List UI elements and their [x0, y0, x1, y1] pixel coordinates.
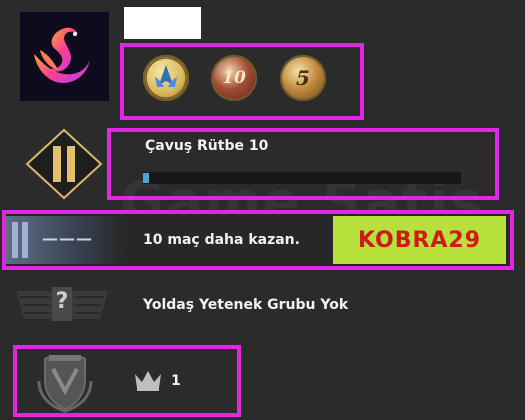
skill-group-text: Yoldaş Yetenek Grubu Yok [143, 297, 349, 313]
wins-highlight [2, 210, 514, 270]
skill-group-question-mark: ? [55, 289, 69, 314]
rank-progress-bar [143, 172, 461, 184]
rank-title: Çavuş Rütbe 10 [145, 138, 269, 154]
avatar[interactable] [20, 12, 109, 101]
crown-count: 1 [171, 373, 181, 389]
crown-icon [133, 368, 163, 396]
medal-wings-icon [145, 57, 187, 99]
unknown-skill-group-icon: ? [14, 285, 110, 329]
medal-10-label: 10 [222, 68, 246, 88]
medal-5-label: 5 [296, 66, 310, 90]
pink-swan-icon [34, 27, 90, 84]
player-name[interactable] [124, 7, 201, 39]
service-medal-5-icon[interactable]: 5 [280, 55, 326, 101]
rank-diamond-chevron-icon [25, 128, 103, 204]
rank-progress-fill [143, 173, 149, 183]
service-medal-10-icon[interactable]: 10 [211, 55, 257, 101]
blue-winged-medal-icon[interactable] [143, 55, 189, 101]
shield-wreath-icon [35, 351, 95, 417]
